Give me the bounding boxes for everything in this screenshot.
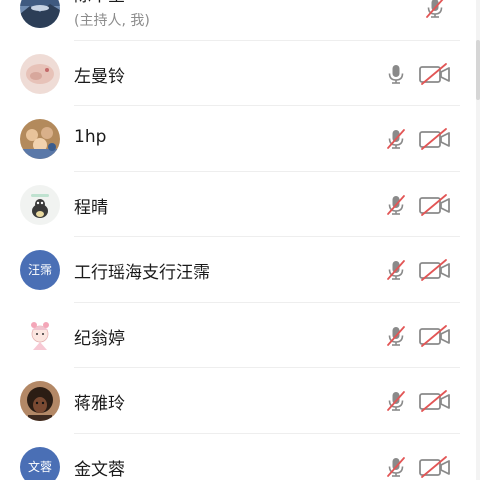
participant-name: 金文蓉 (74, 459, 125, 480)
mic-muted-icon[interactable] (384, 258, 408, 286)
camera-off-icon[interactable] (418, 389, 452, 417)
participant-name: 陈中堂 (74, 0, 125, 6)
participant-name: 左曼铃 (74, 66, 125, 87)
group-photo-avatar (20, 119, 60, 159)
camera-off-icon[interactable] (418, 324, 452, 352)
participant-row[interactable]: 蒋雅玲 (0, 368, 480, 434)
camera-off-icon[interactable] (418, 127, 452, 155)
participant-role: (主持人, 我) (74, 13, 150, 29)
participant-list[interactable]: 陈中堂(主持人, 我)左曼铃1hp程晴汪霈工行瑶海支行汪霈纪翁婷蒋雅玲文蓉金文蓉 (0, 0, 480, 480)
mic-muted-icon[interactable] (384, 193, 408, 221)
participant-row[interactable]: 文蓉 金文蓉 (0, 434, 480, 480)
camera-off-icon[interactable] (418, 258, 452, 286)
participant-name: 工行瑶海支行汪霈 (74, 263, 210, 283)
participant-row[interactable]: 1hp (0, 106, 480, 172)
participant-name: 蒋雅玲 (74, 394, 125, 414)
mic-icon[interactable] (384, 62, 408, 90)
participant-name: 程晴 (74, 197, 108, 218)
participant-name: 1hp (74, 127, 107, 147)
cartoon-girl-avatar (20, 315, 60, 356)
participant-row[interactable]: 汪霈 工行瑶海支行汪霈 (0, 237, 480, 303)
camera-off-icon[interactable] (418, 455, 452, 480)
mic-muted-icon[interactable] (384, 389, 408, 417)
mic-muted-icon[interactable] (384, 455, 408, 480)
mic-muted-icon[interactable] (384, 324, 408, 352)
mic-muted-icon[interactable] (384, 127, 408, 155)
participant-name: 纪翁婷 (74, 328, 125, 349)
participant-row[interactable]: 程晴 (0, 172, 480, 238)
camera-off-icon[interactable] (418, 193, 452, 221)
avatar: 文蓉 (20, 446, 60, 480)
participant-row[interactable]: 陈中堂 (主持人, 我) (0, 0, 480, 41)
dark-portrait-avatar (20, 381, 60, 421)
cartoon-bird-avatar (20, 184, 60, 225)
hand-photo-avatar (20, 53, 60, 94)
participant-row[interactable]: 纪翁婷 (0, 303, 480, 369)
avatar: 汪霈 (20, 250, 60, 290)
mic-muted-icon[interactable] (423, 0, 447, 24)
participant-row[interactable]: 左曼铃 (0, 41, 480, 107)
landscape-photo-avatar (20, 0, 60, 28)
camera-off-icon[interactable] (418, 62, 452, 90)
